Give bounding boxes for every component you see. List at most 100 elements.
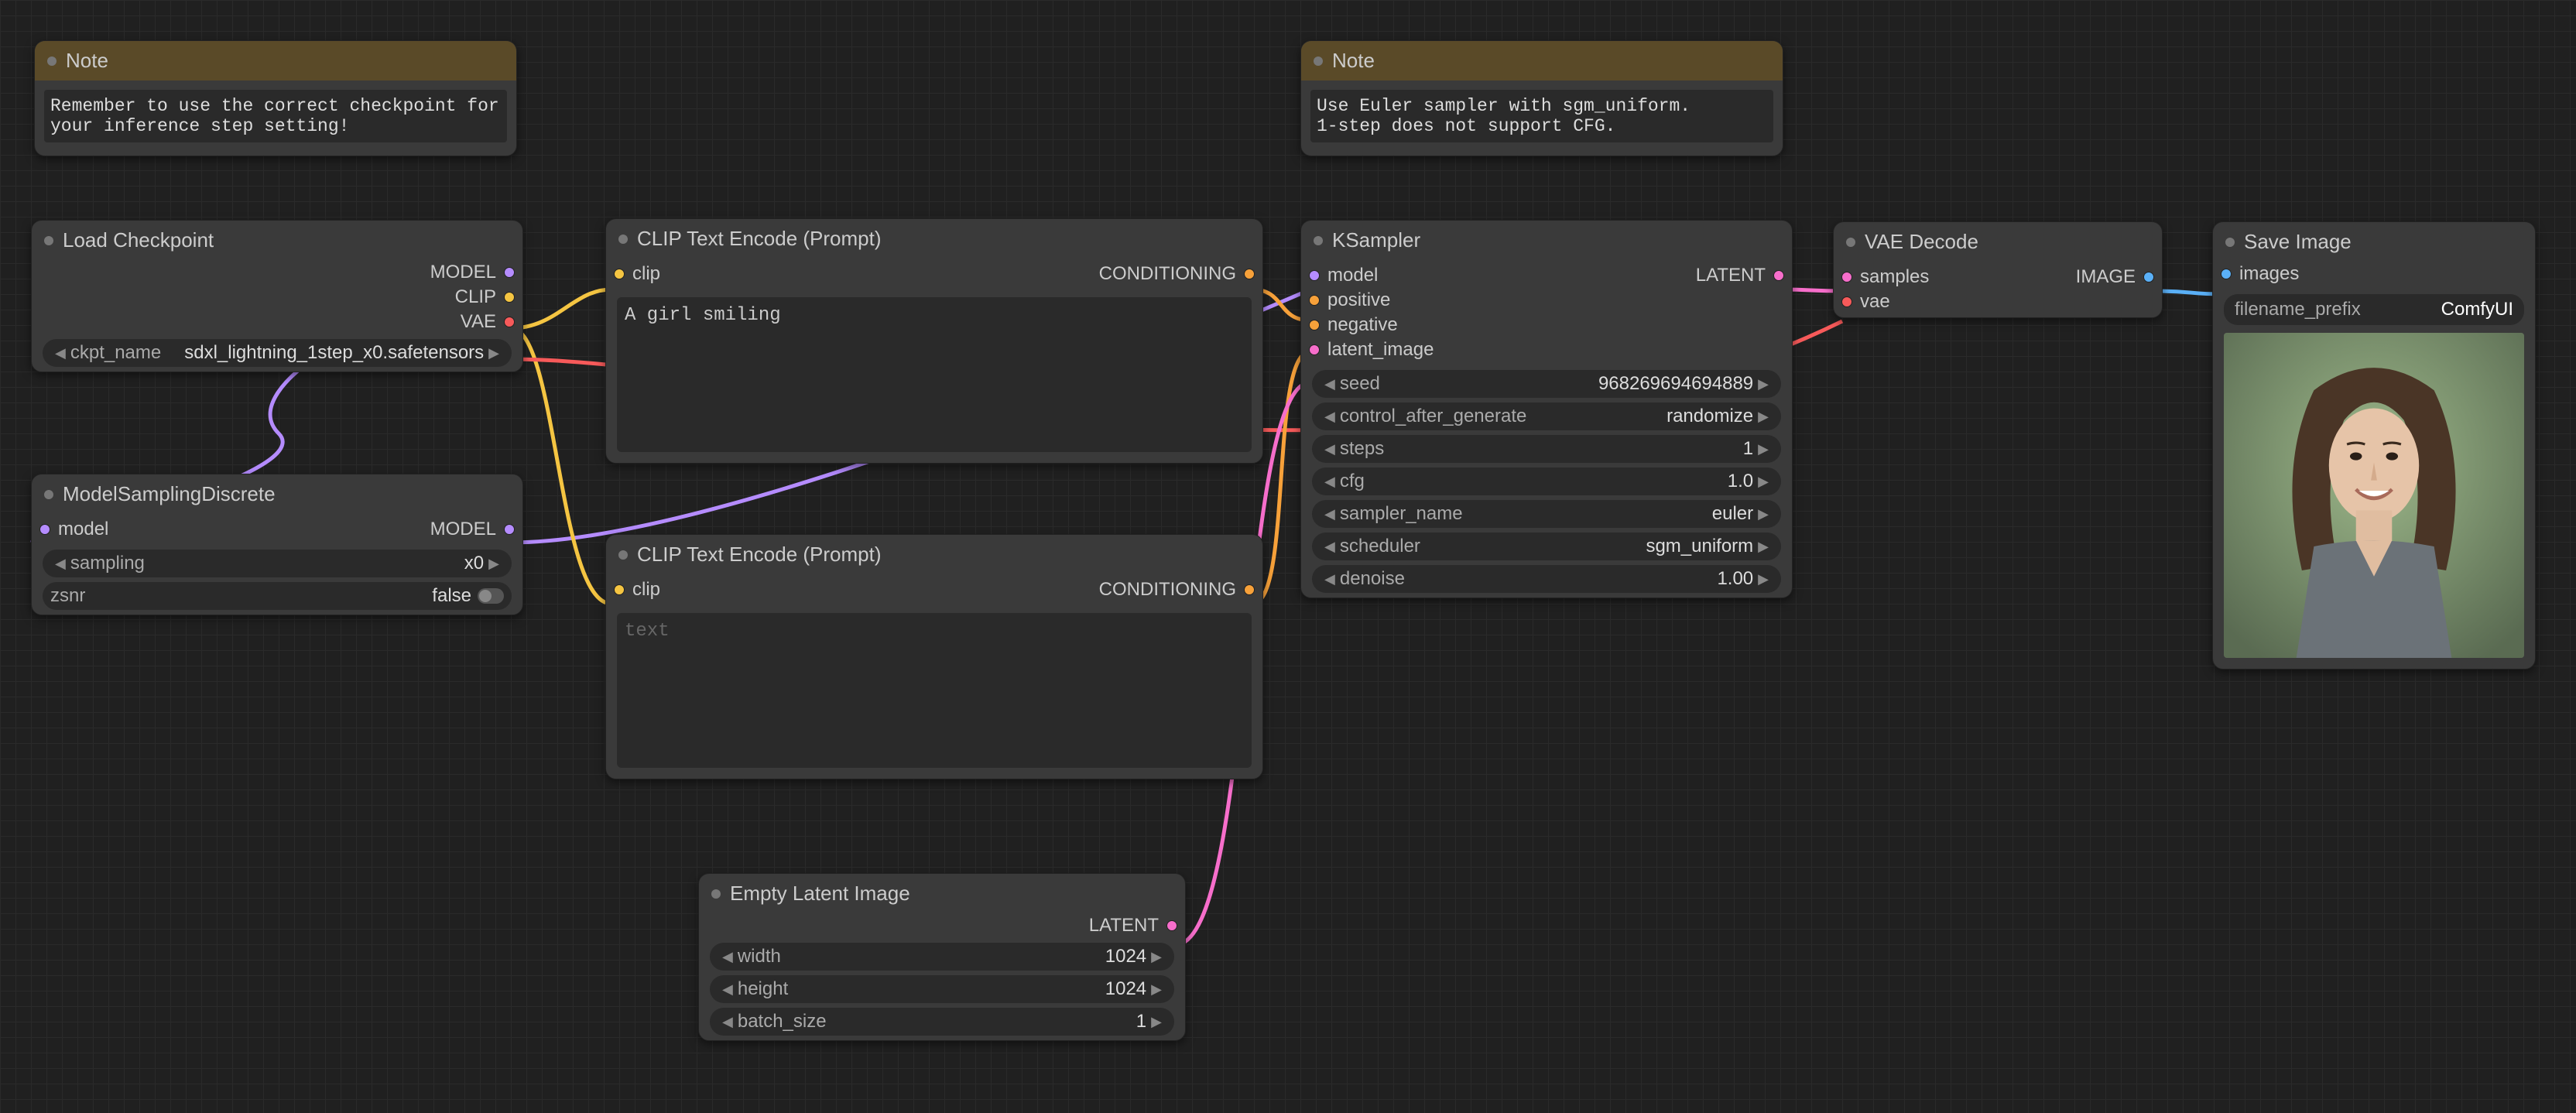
port-icon[interactable]: [1309, 320, 1320, 330]
port-icon[interactable]: [504, 524, 515, 535]
load-checkpoint-node[interactable]: Load Checkpoint MODEL CLIP VAE ◀ ckpt_na…: [31, 220, 523, 372]
input-latent-image[interactable]: latent_image: [1309, 337, 1547, 362]
node-titlebar[interactable]: CLIP Text Encode (Prompt): [606, 219, 1262, 259]
port-icon[interactable]: [2221, 269, 2232, 279]
prompt-text-input[interactable]: text: [617, 613, 1252, 768]
ckpt-name-widget[interactable]: ◀ ckpt_name sdxl_lightning_1step_x0.safe…: [43, 339, 512, 367]
collapse-dot-icon[interactable]: [1314, 236, 1323, 245]
ksampler-node[interactable]: KSampler model positive negative latent_…: [1300, 220, 1793, 598]
output-vae[interactable]: VAE: [32, 310, 522, 334]
collapse-dot-icon[interactable]: [1846, 238, 1855, 247]
steps-widget[interactable]: ◀ steps 1 ▶: [1312, 435, 1781, 463]
arrow-left-icon[interactable]: ◀: [718, 949, 738, 965]
vae-decode-node[interactable]: VAE Decode samples vae IMAGE: [1833, 221, 2163, 318]
node-titlebar[interactable]: Note: [35, 41, 516, 80]
arrow-right-icon[interactable]: ▶: [484, 556, 504, 572]
port-icon[interactable]: [1166, 920, 1177, 931]
arrow-left-icon[interactable]: ◀: [50, 556, 70, 572]
save-image-node[interactable]: Save Image images filename_prefix ComfyU…: [2212, 221, 2536, 670]
batch-size-widget[interactable]: ◀ batch_size 1 ▶: [710, 1008, 1174, 1036]
arrow-left-icon[interactable]: ◀: [1320, 539, 1340, 555]
output-model[interactable]: MODEL: [32, 260, 522, 285]
collapse-dot-icon[interactable]: [1314, 57, 1323, 66]
collapse-dot-icon[interactable]: [44, 236, 53, 245]
arrow-right-icon[interactable]: ▶: [1146, 1014, 1166, 1030]
control-after-generate-widget[interactable]: ◀ control_after_generate randomize ▶: [1312, 402, 1781, 430]
node-titlebar[interactable]: Load Checkpoint: [32, 221, 522, 260]
port-icon[interactable]: [1309, 270, 1320, 281]
arrow-left-icon[interactable]: ◀: [1320, 376, 1340, 392]
clip-text-encode-positive-node[interactable]: CLIP Text Encode (Prompt) clip CONDITION…: [605, 218, 1263, 464]
output-latent[interactable]: LATENT: [1547, 263, 1784, 288]
arrow-left-icon[interactable]: ◀: [1320, 441, 1340, 457]
collapse-dot-icon[interactable]: [711, 889, 721, 899]
port-icon[interactable]: [1841, 296, 1852, 307]
empty-latent-image-node[interactable]: Empty Latent Image LATENT ◀ width 1024 ▶…: [698, 873, 1186, 1041]
input-clip[interactable]: clip: [614, 262, 934, 286]
input-negative[interactable]: negative: [1309, 313, 1547, 337]
arrow-right-icon[interactable]: ▶: [1753, 539, 1773, 555]
input-vae[interactable]: vae: [1841, 289, 1998, 314]
arrow-left-icon[interactable]: ◀: [1320, 506, 1340, 522]
node-titlebar[interactable]: Empty Latent Image: [699, 874, 1185, 913]
note-node-1[interactable]: Note: [34, 40, 517, 156]
arrow-right-icon[interactable]: ▶: [484, 345, 504, 361]
collapse-dot-icon[interactable]: [618, 235, 628, 244]
arrow-left-icon[interactable]: ◀: [718, 981, 738, 998]
arrow-right-icon[interactable]: ▶: [1753, 441, 1773, 457]
output-latent[interactable]: LATENT: [699, 913, 1185, 938]
height-widget[interactable]: ◀ height 1024 ▶: [710, 975, 1174, 1003]
denoise-widget[interactable]: ◀ denoise 1.00 ▶: [1312, 565, 1781, 593]
toggle-pill-icon[interactable]: [478, 588, 504, 604]
port-icon[interactable]: [504, 292, 515, 303]
zsnr-widget[interactable]: zsnr false: [43, 582, 512, 610]
port-icon[interactable]: [1309, 344, 1320, 355]
collapse-dot-icon[interactable]: [2225, 238, 2235, 247]
model-sampling-discrete-node[interactable]: ModelSamplingDiscrete model MODEL ◀ samp…: [31, 474, 523, 615]
input-clip[interactable]: clip: [614, 577, 934, 602]
port-icon[interactable]: [1841, 272, 1852, 283]
output-image[interactable]: IMAGE: [1998, 265, 2154, 289]
input-samples[interactable]: samples: [1841, 265, 1998, 289]
arrow-left-icon[interactable]: ◀: [1320, 571, 1340, 587]
port-icon[interactable]: [1244, 584, 1255, 595]
cfg-widget[interactable]: ◀ cfg 1.0 ▶: [1312, 467, 1781, 495]
arrow-left-icon[interactable]: ◀: [718, 1014, 738, 1030]
arrow-right-icon[interactable]: ▶: [1753, 571, 1773, 587]
arrow-right-icon[interactable]: ▶: [1753, 409, 1773, 425]
output-image-preview[interactable]: [2224, 333, 2524, 658]
width-widget[interactable]: ◀ width 1024 ▶: [710, 943, 1174, 971]
port-icon[interactable]: [1309, 295, 1320, 306]
sampler-name-widget[interactable]: ◀ sampler_name euler ▶: [1312, 500, 1781, 528]
arrow-right-icon[interactable]: ▶: [1753, 506, 1773, 522]
node-titlebar[interactable]: Note: [1301, 41, 1783, 80]
output-conditioning[interactable]: CONDITIONING: [934, 577, 1255, 602]
port-icon[interactable]: [504, 267, 515, 278]
arrow-right-icon[interactable]: ▶: [1146, 949, 1166, 965]
note-text[interactable]: [44, 90, 507, 142]
filename-prefix-widget[interactable]: filename_prefix ComfyUI: [2224, 294, 2524, 325]
seed-widget[interactable]: ◀ seed 968269694694889 ▶: [1312, 370, 1781, 398]
collapse-dot-icon[interactable]: [618, 550, 628, 560]
input-positive[interactable]: positive: [1309, 288, 1547, 313]
prompt-text-input[interactable]: A girl smiling: [617, 297, 1252, 452]
port-icon[interactable]: [2143, 272, 2154, 283]
node-titlebar[interactable]: KSampler: [1301, 221, 1792, 260]
node-titlebar[interactable]: ModelSamplingDiscrete: [32, 474, 522, 514]
port-icon[interactable]: [614, 584, 625, 595]
arrow-right-icon[interactable]: ▶: [1753, 474, 1773, 490]
input-model[interactable]: model: [1309, 263, 1547, 288]
output-conditioning[interactable]: CONDITIONING: [934, 262, 1255, 286]
output-clip[interactable]: CLIP: [32, 285, 522, 310]
collapse-dot-icon[interactable]: [44, 490, 53, 499]
arrow-left-icon[interactable]: ◀: [1320, 409, 1340, 425]
port-icon[interactable]: [504, 317, 515, 327]
port-icon[interactable]: [1244, 269, 1255, 279]
node-titlebar[interactable]: VAE Decode: [1834, 222, 2162, 262]
port-icon[interactable]: [614, 269, 625, 279]
port-icon[interactable]: [1773, 270, 1784, 281]
arrow-left-icon[interactable]: ◀: [1320, 474, 1340, 490]
arrow-left-icon[interactable]: ◀: [50, 345, 70, 361]
collapse-dot-icon[interactable]: [47, 57, 57, 66]
arrow-right-icon[interactable]: ▶: [1146, 981, 1166, 998]
